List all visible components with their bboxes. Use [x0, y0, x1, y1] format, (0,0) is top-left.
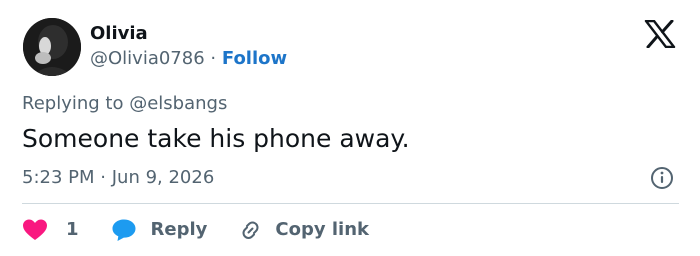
reply-button[interactable]: Reply — [111, 218, 208, 242]
like-count: 1 — [66, 219, 79, 240]
copy-link-label: Copy link — [275, 219, 369, 240]
tweet-text: Someone take his phone away. — [22, 124, 410, 153]
copy-link-button[interactable]: Copy link — [237, 218, 369, 242]
action-bar: 1 Reply Copy link — [22, 216, 369, 244]
tweet-date: Jun 9, 2026 — [111, 167, 215, 188]
tweet-time: 5:23 PM — [22, 167, 95, 188]
x-logo-icon[interactable] — [644, 19, 676, 49]
like-button[interactable]: 1 — [22, 218, 79, 242]
follow-button[interactable]: Follow — [222, 48, 287, 69]
reply-label: Reply — [150, 219, 208, 240]
replying-prefix: Replying to — [22, 93, 124, 114]
replying-to-line: Replying to @elsbangs — [22, 93, 227, 115]
timestamp-separator: · — [100, 167, 106, 188]
author-handle[interactable]: @Olivia0786 — [90, 48, 205, 69]
author-handle-row: @Olivia0786 · Follow — [90, 48, 287, 70]
separator-dot: · — [210, 48, 217, 69]
speech-bubble-icon — [112, 219, 136, 241]
divider — [22, 203, 679, 204]
heart-icon — [23, 219, 47, 240]
link-icon — [242, 221, 259, 239]
replying-to-handle[interactable]: @elsbangs — [129, 93, 227, 114]
tweet-card: Olivia @Olivia0786 · Follow Replying to … — [0, 0, 700, 256]
timestamp[interactable]: 5:23 PM · Jun 9, 2026 — [22, 167, 214, 189]
author-name[interactable]: Olivia — [90, 23, 148, 45]
avatar[interactable] — [23, 18, 81, 76]
info-icon[interactable] — [650, 166, 674, 190]
